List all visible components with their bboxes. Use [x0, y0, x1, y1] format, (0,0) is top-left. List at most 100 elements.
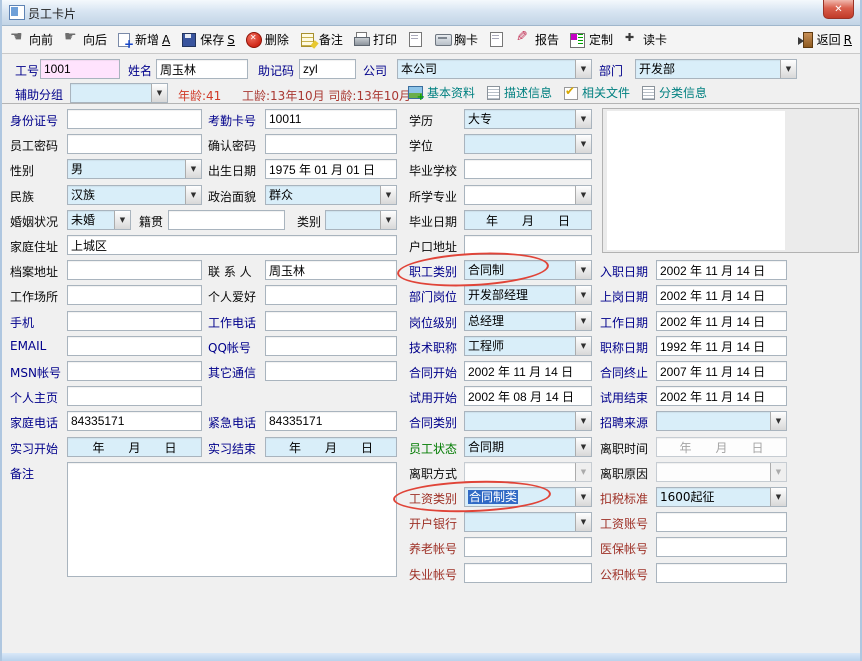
photo-placeholder[interactable]: [607, 111, 785, 250]
toolbar-note-button[interactable]: 备注: [300, 31, 343, 48]
toolbar-delete-button[interactable]: 删除: [246, 31, 289, 48]
marital-status-select[interactable]: 未婚▼: [67, 210, 131, 230]
departure-time-input[interactable]: [656, 437, 787, 457]
toolbar-customize-button[interactable]: 定制: [570, 31, 613, 48]
tech-title-select[interactable]: 工程师▼: [464, 336, 592, 356]
trial-start-input[interactable]: [464, 386, 592, 406]
fund-account-input[interactable]: [656, 563, 787, 583]
toolbar-badge-button[interactable]: 胸卡: [435, 31, 478, 48]
dropdown-arrow-icon[interactable]: ▼: [575, 337, 591, 355]
dropdown-arrow-icon[interactable]: ▼: [575, 312, 591, 330]
dropdown-arrow-icon[interactable]: ▼: [770, 412, 786, 430]
company-select[interactable]: 本公司▼: [397, 59, 592, 79]
dropdown-arrow-icon[interactable]: ▼: [575, 513, 591, 531]
dropdown-arrow-icon[interactable]: ▼: [380, 211, 396, 229]
departure-method-select[interactable]: ▼: [464, 462, 592, 482]
tab-基本资料[interactable]: 基本资料: [408, 84, 475, 101]
tab-描述信息[interactable]: 描述信息: [487, 84, 552, 101]
toolbar-print-preview-button[interactable]: [408, 32, 424, 47]
trial-end-input[interactable]: [656, 386, 787, 406]
contract-end-input[interactable]: [656, 361, 787, 381]
toolbar-print-button[interactable]: 打印: [354, 31, 397, 48]
tab-相关文件[interactable]: 相关文件: [564, 84, 630, 101]
work-phone-input[interactable]: [265, 311, 397, 331]
toolbar-forward-button[interactable]: 向前: [10, 31, 53, 48]
registered-address-input[interactable]: [464, 235, 592, 255]
graduation-date-input[interactable]: [464, 210, 592, 230]
school-input[interactable]: [464, 159, 592, 179]
intern-start-input[interactable]: [67, 437, 202, 457]
salary-account-input[interactable]: [656, 512, 787, 532]
aux-group-select[interactable]: ▼: [70, 83, 168, 103]
toolbar-backward-button[interactable]: 向后: [64, 31, 107, 48]
dropdown-arrow-icon[interactable]: ▼: [380, 186, 396, 204]
dropdown-arrow-icon[interactable]: ▼: [114, 211, 130, 229]
other-comm-input[interactable]: [265, 361, 397, 381]
dropdown-arrow-icon[interactable]: ▼: [575, 488, 591, 506]
employee-type-select[interactable]: 合同制▼: [464, 260, 592, 280]
dropdown-arrow-icon[interactable]: ▼: [185, 186, 201, 204]
mobile-input[interactable]: [67, 311, 202, 331]
salary-type-select[interactable]: 合同制类▼: [464, 487, 592, 507]
bank-select[interactable]: ▼: [464, 512, 592, 532]
homepage-input[interactable]: [67, 386, 202, 406]
toolbar-report-button[interactable]: 报告: [516, 31, 559, 48]
dropdown-arrow-icon[interactable]: ▼: [185, 160, 201, 178]
dropdown-arrow-icon[interactable]: ▼: [575, 261, 591, 279]
toolbar-save-button[interactable]: 保存S: [181, 31, 235, 48]
dropdown-arrow-icon[interactable]: ▼: [780, 60, 796, 78]
education-select[interactable]: 大专▼: [464, 109, 592, 129]
toolbar-badge-preview-button[interactable]: [489, 32, 505, 47]
category-select[interactable]: ▼: [325, 210, 397, 230]
name-input[interactable]: [156, 59, 248, 79]
close-button[interactable]: ✕: [823, 0, 854, 19]
dropdown-arrow-icon[interactable]: ▼: [575, 463, 591, 481]
dropdown-arrow-icon[interactable]: ▼: [575, 110, 591, 128]
tab-分类信息[interactable]: 分类信息: [642, 84, 707, 101]
departure-reason-select[interactable]: ▼: [656, 462, 787, 482]
major-select[interactable]: ▼: [464, 185, 592, 205]
dropdown-arrow-icon[interactable]: ▼: [575, 186, 591, 204]
birth-date-input[interactable]: [265, 159, 397, 179]
remarks-textarea[interactable]: [67, 462, 397, 577]
medical-account-input[interactable]: [656, 537, 787, 557]
emp-no-input[interactable]: [40, 59, 120, 79]
home-address-input[interactable]: [67, 235, 397, 255]
qq-input[interactable]: [265, 336, 397, 356]
dept-position-select[interactable]: 开发部经理▼: [464, 285, 592, 305]
gender-select[interactable]: 男▼: [67, 159, 202, 179]
file-address-input[interactable]: [67, 260, 202, 280]
toolbar-new-button[interactable]: 新增A: [118, 31, 170, 48]
dropdown-arrow-icon[interactable]: ▼: [770, 488, 786, 506]
workplace-input[interactable]: [67, 285, 202, 305]
dropdown-arrow-icon[interactable]: ▼: [575, 438, 591, 456]
pension-account-input[interactable]: [464, 537, 592, 557]
position-level-select[interactable]: 总经理▼: [464, 311, 592, 331]
recruit-source-select[interactable]: ▼: [656, 411, 787, 431]
dropdown-arrow-icon[interactable]: ▼: [575, 60, 591, 78]
toolbar-return-button[interactable]: 返回R: [798, 31, 852, 48]
work-date-input[interactable]: [656, 311, 787, 331]
tax-standard-select[interactable]: 1600起征▼: [656, 487, 787, 507]
hobby-input[interactable]: [265, 285, 397, 305]
degree-select[interactable]: ▼: [464, 134, 592, 154]
unemployment-account-input[interactable]: [464, 563, 592, 583]
email-input[interactable]: [67, 336, 202, 356]
confirm-password-input[interactable]: [265, 134, 397, 154]
dropdown-arrow-icon[interactable]: ▼: [151, 84, 167, 102]
home-phone-input[interactable]: [67, 411, 202, 431]
dropdown-arrow-icon[interactable]: ▼: [770, 463, 786, 481]
native-place-input[interactable]: [168, 210, 285, 230]
intern-end-input[interactable]: [265, 437, 397, 457]
dropdown-arrow-icon[interactable]: ▼: [575, 286, 591, 304]
attendance-card-input[interactable]: [265, 109, 397, 129]
emergency-phone-input[interactable]: [265, 411, 397, 431]
msn-input[interactable]: [67, 361, 202, 381]
contract-start-input[interactable]: [464, 361, 592, 381]
onduty-date-input[interactable]: [656, 285, 787, 305]
entry-date-input[interactable]: [656, 260, 787, 280]
contract-type-select[interactable]: ▼: [464, 411, 592, 431]
ethnicity-select[interactable]: 汉族▼: [67, 185, 202, 205]
id-number-input[interactable]: [67, 109, 202, 129]
department-select[interactable]: 开发部▼: [635, 59, 797, 79]
